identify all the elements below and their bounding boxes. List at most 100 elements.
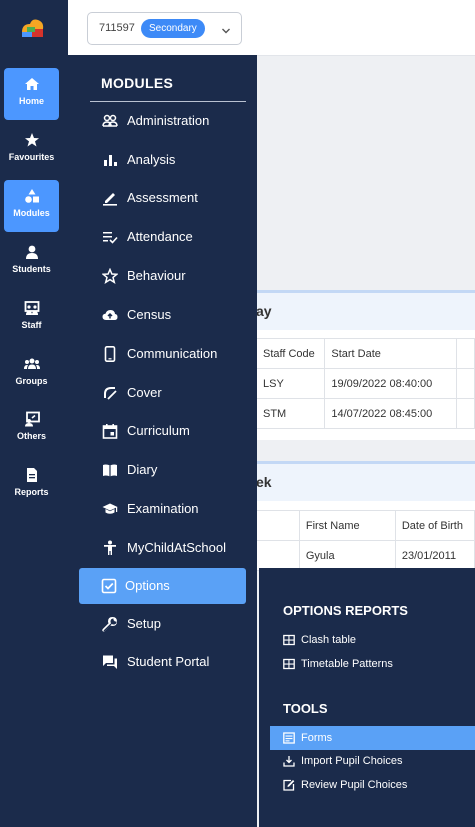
book-icon <box>102 462 118 478</box>
card-title: ay <box>256 290 475 330</box>
pencil-icon <box>102 190 118 206</box>
flyout-item-forms[interactable]: Forms <box>270 726 475 750</box>
table-cell: Gyula <box>298 540 396 571</box>
table-row[interactable]: Gyula 23/01/2011 <box>256 540 475 571</box>
rail-item-reports[interactable]: Reports <box>4 459 59 511</box>
flyout-item-label: Import Pupil Choices <box>301 755 403 767</box>
groups-icon <box>23 356 40 372</box>
column-header[interactable]: First Name <box>298 510 396 541</box>
bar-chart-icon <box>102 152 118 168</box>
rail-item-staff[interactable]: Staff <box>4 292 59 344</box>
modules-menu: MODULES Administration Analysis Assessme… <box>68 55 257 827</box>
cloud-upload-icon <box>102 307 118 323</box>
flyout-item-import-pupil-choices[interactable]: Import Pupil Choices <box>270 749 475 773</box>
divider <box>90 101 246 102</box>
options-reports-heading: OPTIONS REPORTS <box>283 603 408 618</box>
rail-item-label: Staff <box>21 320 42 330</box>
calendar-icon <box>102 423 118 439</box>
school-selector[interactable]: 711597 Secondary <box>87 12 242 45</box>
list-check-icon <box>102 229 118 245</box>
cover-icon <box>102 385 118 401</box>
rail-item-modules[interactable]: Modules <box>4 180 59 232</box>
top-bar: 711597 Secondary <box>68 0 475 56</box>
module-item-cover[interactable]: Cover <box>79 375 246 411</box>
module-label: Student Portal <box>127 654 210 669</box>
rail-item-groups[interactable]: Groups <box>4 348 59 400</box>
card-title: ek <box>256 461 475 501</box>
options-flyout: OPTIONS REPORTS Clash table Timetable Pa… <box>259 568 475 827</box>
flyout-item-review-pupil-choices[interactable]: Review Pupil Choices <box>270 773 475 797</box>
students-table: First Name Date of Birth Gyula 23/01/201… <box>256 510 475 571</box>
module-item-mychildatschool[interactable]: MyChildAtSchool <box>79 530 246 566</box>
module-label: Cover <box>127 385 162 400</box>
shapes-icon <box>24 188 40 204</box>
module-label: Options <box>125 578 170 593</box>
form-icon <box>283 732 295 744</box>
flyout-item-clash-table[interactable]: Clash table <box>270 628 475 652</box>
table-cell: 23/01/2011 <box>394 540 475 571</box>
module-label: Analysis <box>127 152 176 167</box>
module-label: Diary <box>127 462 158 477</box>
background-card-students: ek First Name Date of Birth Gyula 23/01/… <box>256 461 475 571</box>
star-outline-icon <box>101 267 119 284</box>
others-icon <box>24 411 40 427</box>
edit-icon <box>283 779 295 791</box>
module-label: Setup <box>127 616 161 631</box>
module-item-behaviour[interactable]: Behaviour <box>79 258 246 294</box>
module-label: Assessment <box>127 190 198 205</box>
left-rail: Home Favourites Modules Students Staff G… <box>0 0 68 827</box>
module-item-diary[interactable]: Diary <box>79 452 246 488</box>
module-item-examination[interactable]: Examination <box>79 491 246 527</box>
child-icon <box>102 540 118 556</box>
module-label: Behaviour <box>127 268 186 283</box>
table-row[interactable]: LSY 19/09/2022 08:40:00 <box>255 368 475 399</box>
phone-icon <box>102 346 118 362</box>
modules-title: MODULES <box>101 75 174 91</box>
rail-item-home[interactable]: Home <box>4 68 59 120</box>
column-header[interactable]: Start Date <box>324 338 458 369</box>
module-label: Attendance <box>127 229 193 244</box>
module-item-assessment[interactable]: Assessment <box>79 180 246 216</box>
app-logo[interactable] <box>17 16 47 40</box>
home-icon <box>24 76 40 92</box>
flyout-item-label: Forms <box>301 732 333 744</box>
rail-item-others[interactable]: Others <box>4 403 59 455</box>
checkbox-icon <box>101 578 117 594</box>
column-header[interactable]: Staff Code <box>255 338 326 369</box>
module-item-communication[interactable]: Communication <box>79 336 246 372</box>
download-icon <box>283 755 295 767</box>
staff-board-icon <box>24 300 40 316</box>
rail-item-label: Home <box>18 96 44 106</box>
module-item-administration[interactable]: Administration <box>79 103 246 139</box>
flyout-item-timetable-patterns[interactable]: Timetable Patterns <box>270 652 475 676</box>
school-type-badge: Secondary <box>141 19 205 38</box>
rail-item-students[interactable]: Students <box>4 236 59 288</box>
table-header-row: First Name Date of Birth <box>256 510 475 541</box>
module-label: Census <box>127 307 172 322</box>
table-cell: LSY <box>255 368 326 399</box>
module-item-census[interactable]: Census <box>79 297 246 333</box>
graduation-cap-icon <box>102 501 118 517</box>
module-label: Examination <box>127 501 199 516</box>
module-item-analysis[interactable]: Analysis <box>79 142 246 178</box>
module-item-student-portal[interactable]: Student Portal <box>79 644 246 680</box>
table-header-row: Staff Code Start Date <box>255 338 475 369</box>
flyout-item-label: Review Pupil Choices <box>301 779 408 791</box>
table-cell: STM <box>255 398 326 429</box>
school-id: 711597 <box>99 22 135 34</box>
table-row[interactable]: STM 14/07/2022 08:45:00 <box>255 398 475 429</box>
admin-people-icon <box>102 113 118 129</box>
rail-item-favourites[interactable]: Favourites <box>4 124 59 176</box>
table-icon <box>283 658 295 670</box>
table-cell: 14/07/2022 08:45:00 <box>324 398 458 429</box>
module-item-setup[interactable]: Setup <box>79 606 246 642</box>
table-cell: 19/09/2022 08:40:00 <box>324 368 458 399</box>
module-label: Curriculum <box>127 423 190 438</box>
rail-item-label: Groups <box>15 376 48 386</box>
module-item-attendance[interactable]: Attendance <box>79 219 246 255</box>
module-item-options[interactable]: Options <box>79 568 246 604</box>
column-header[interactable]: Date of Birth <box>394 510 475 541</box>
rail-item-label: Others <box>16 431 46 441</box>
wrench-icon <box>102 616 118 632</box>
module-item-curriculum[interactable]: Curriculum <box>79 413 246 449</box>
